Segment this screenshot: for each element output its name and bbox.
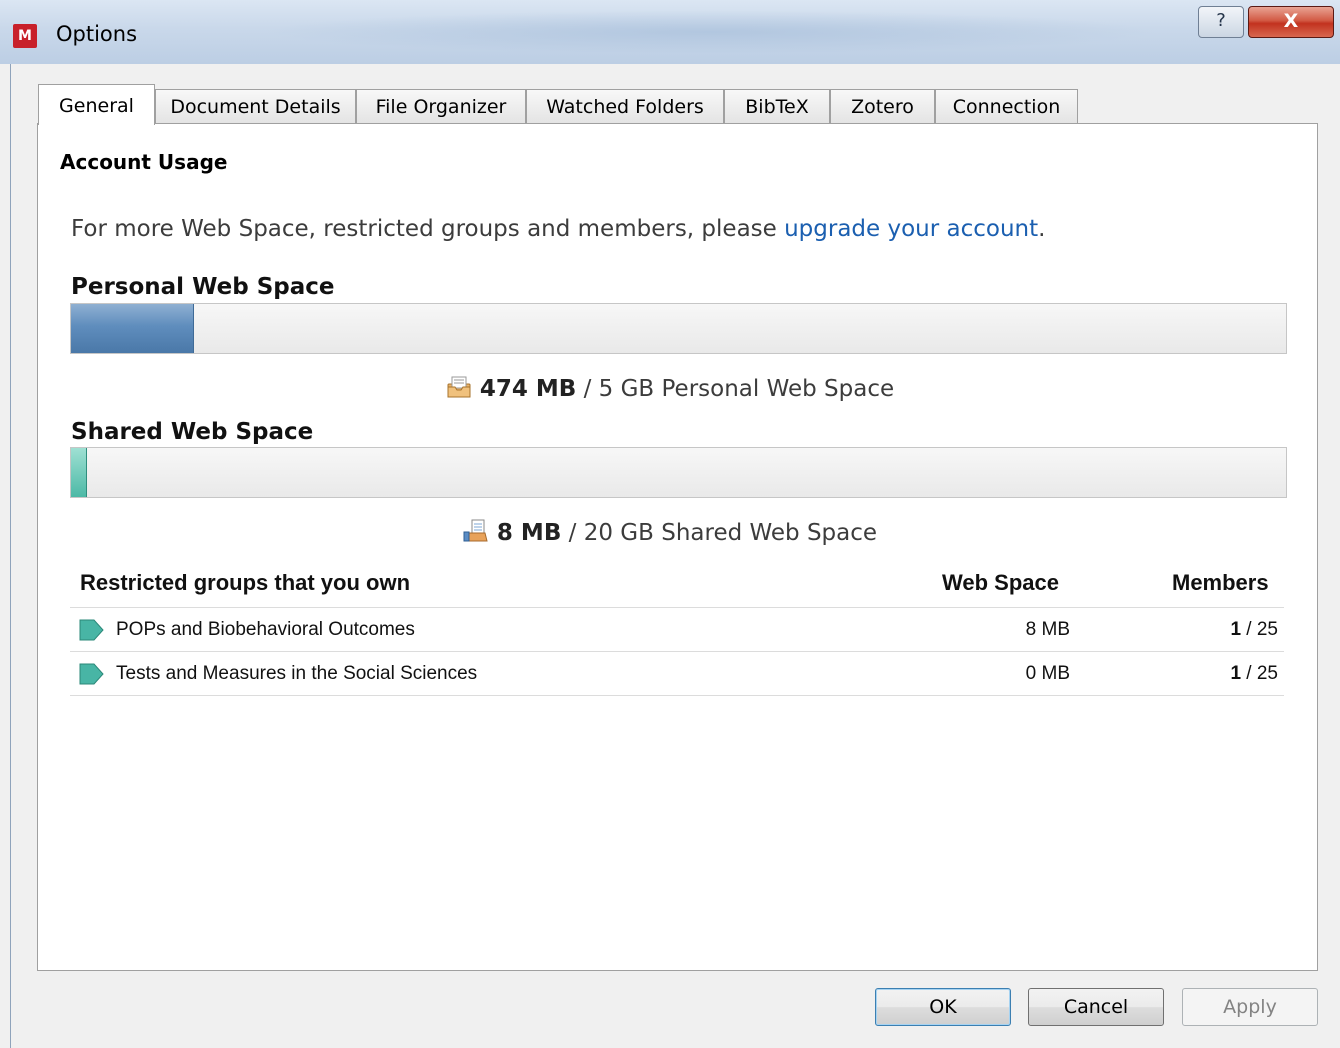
group-members-count: 1 <box>1230 663 1242 684</box>
upgrade-message-period: . <box>1038 216 1046 242</box>
group-members-limit: / 25 <box>1241 619 1278 640</box>
group-members: 1 / 25 <box>1230 619 1278 641</box>
personal-web-space-heading: Personal Web Space <box>71 274 335 300</box>
personal-web-space-bar <box>70 303 1287 354</box>
apply-button[interactable]: Apply <box>1182 988 1318 1026</box>
tab-file-organizer[interactable]: File Organizer <box>356 89 526 123</box>
cancel-button[interactable]: Cancel <box>1028 988 1164 1026</box>
upgrade-account-link[interactable]: upgrade your account <box>784 216 1038 242</box>
group-members: 1 / 25 <box>1230 663 1278 685</box>
group-row-divider <box>70 695 1284 696</box>
shared-quota-text: / 20 GB Shared Web Space <box>561 520 878 546</box>
personal-used-amount: 474 MB <box>479 376 577 402</box>
group-name: POPs and Biobehavioral Outcomes <box>116 619 415 640</box>
app-logo-icon: M <box>13 24 37 48</box>
group-arrow-icon <box>79 619 104 641</box>
close-button[interactable]: X <box>1248 6 1334 38</box>
help-button[interactable]: ? <box>1198 6 1244 38</box>
tab-bibtex[interactable]: BibTeX <box>724 89 830 123</box>
group-name: Tests and Measures in the Social Science… <box>116 663 478 684</box>
personal-quota-text: / 5 GB Personal Web Space <box>576 376 895 402</box>
tab-document-details[interactable]: Document Details <box>155 89 356 123</box>
general-tab-panel <box>37 123 1318 971</box>
shared-storage-icon <box>463 519 488 542</box>
group-arrow-icon <box>79 663 104 685</box>
group-members-limit: / 25 <box>1241 663 1278 684</box>
group-row[interactable]: POPs and Biobehavioral Outcomes 8 MB 1 /… <box>70 608 1284 651</box>
groups-column-header-members: Members <box>1172 570 1269 595</box>
ok-button[interactable]: OK <box>875 988 1011 1026</box>
group-row[interactable]: Tests and Measures in the Social Science… <box>70 652 1284 695</box>
shared-web-space-bar <box>70 447 1287 498</box>
tab-zotero[interactable]: Zotero <box>830 89 935 123</box>
group-members-count: 1 <box>1230 619 1242 640</box>
tab-watched-folders[interactable]: Watched Folders <box>526 89 724 123</box>
tab-connection[interactable]: Connection <box>935 89 1078 123</box>
upgrade-message: For more Web Space, restricted groups an… <box>71 216 1045 242</box>
shared-web-space-heading: Shared Web Space <box>71 419 314 445</box>
tab-general[interactable]: General <box>38 84 155 125</box>
upgrade-message-text: For more Web Space, restricted groups an… <box>71 216 785 242</box>
title-bar-glass <box>260 10 1160 54</box>
group-web-space: 8 MB <box>1025 619 1070 640</box>
personal-usage-line: 474 MB / 5 GB Personal Web Space <box>0 375 1340 402</box>
group-web-space: 0 MB <box>1025 663 1070 684</box>
title-bar: M Options ? X <box>0 0 1340 64</box>
personal-storage-icon <box>447 376 471 398</box>
shared-usage-line: 8 MB / 20 GB Shared Web Space <box>0 519 1340 546</box>
shared-web-space-bar-fill <box>71 448 87 497</box>
groups-column-header-name: Restricted groups that you own <box>80 570 411 595</box>
shared-used-amount: 8 MB <box>496 520 562 546</box>
groups-column-header-web-space: Web Space <box>942 570 1059 595</box>
window-title: Options <box>56 22 138 46</box>
account-usage-title: Account Usage <box>60 150 228 174</box>
personal-web-space-bar-fill <box>71 304 194 353</box>
